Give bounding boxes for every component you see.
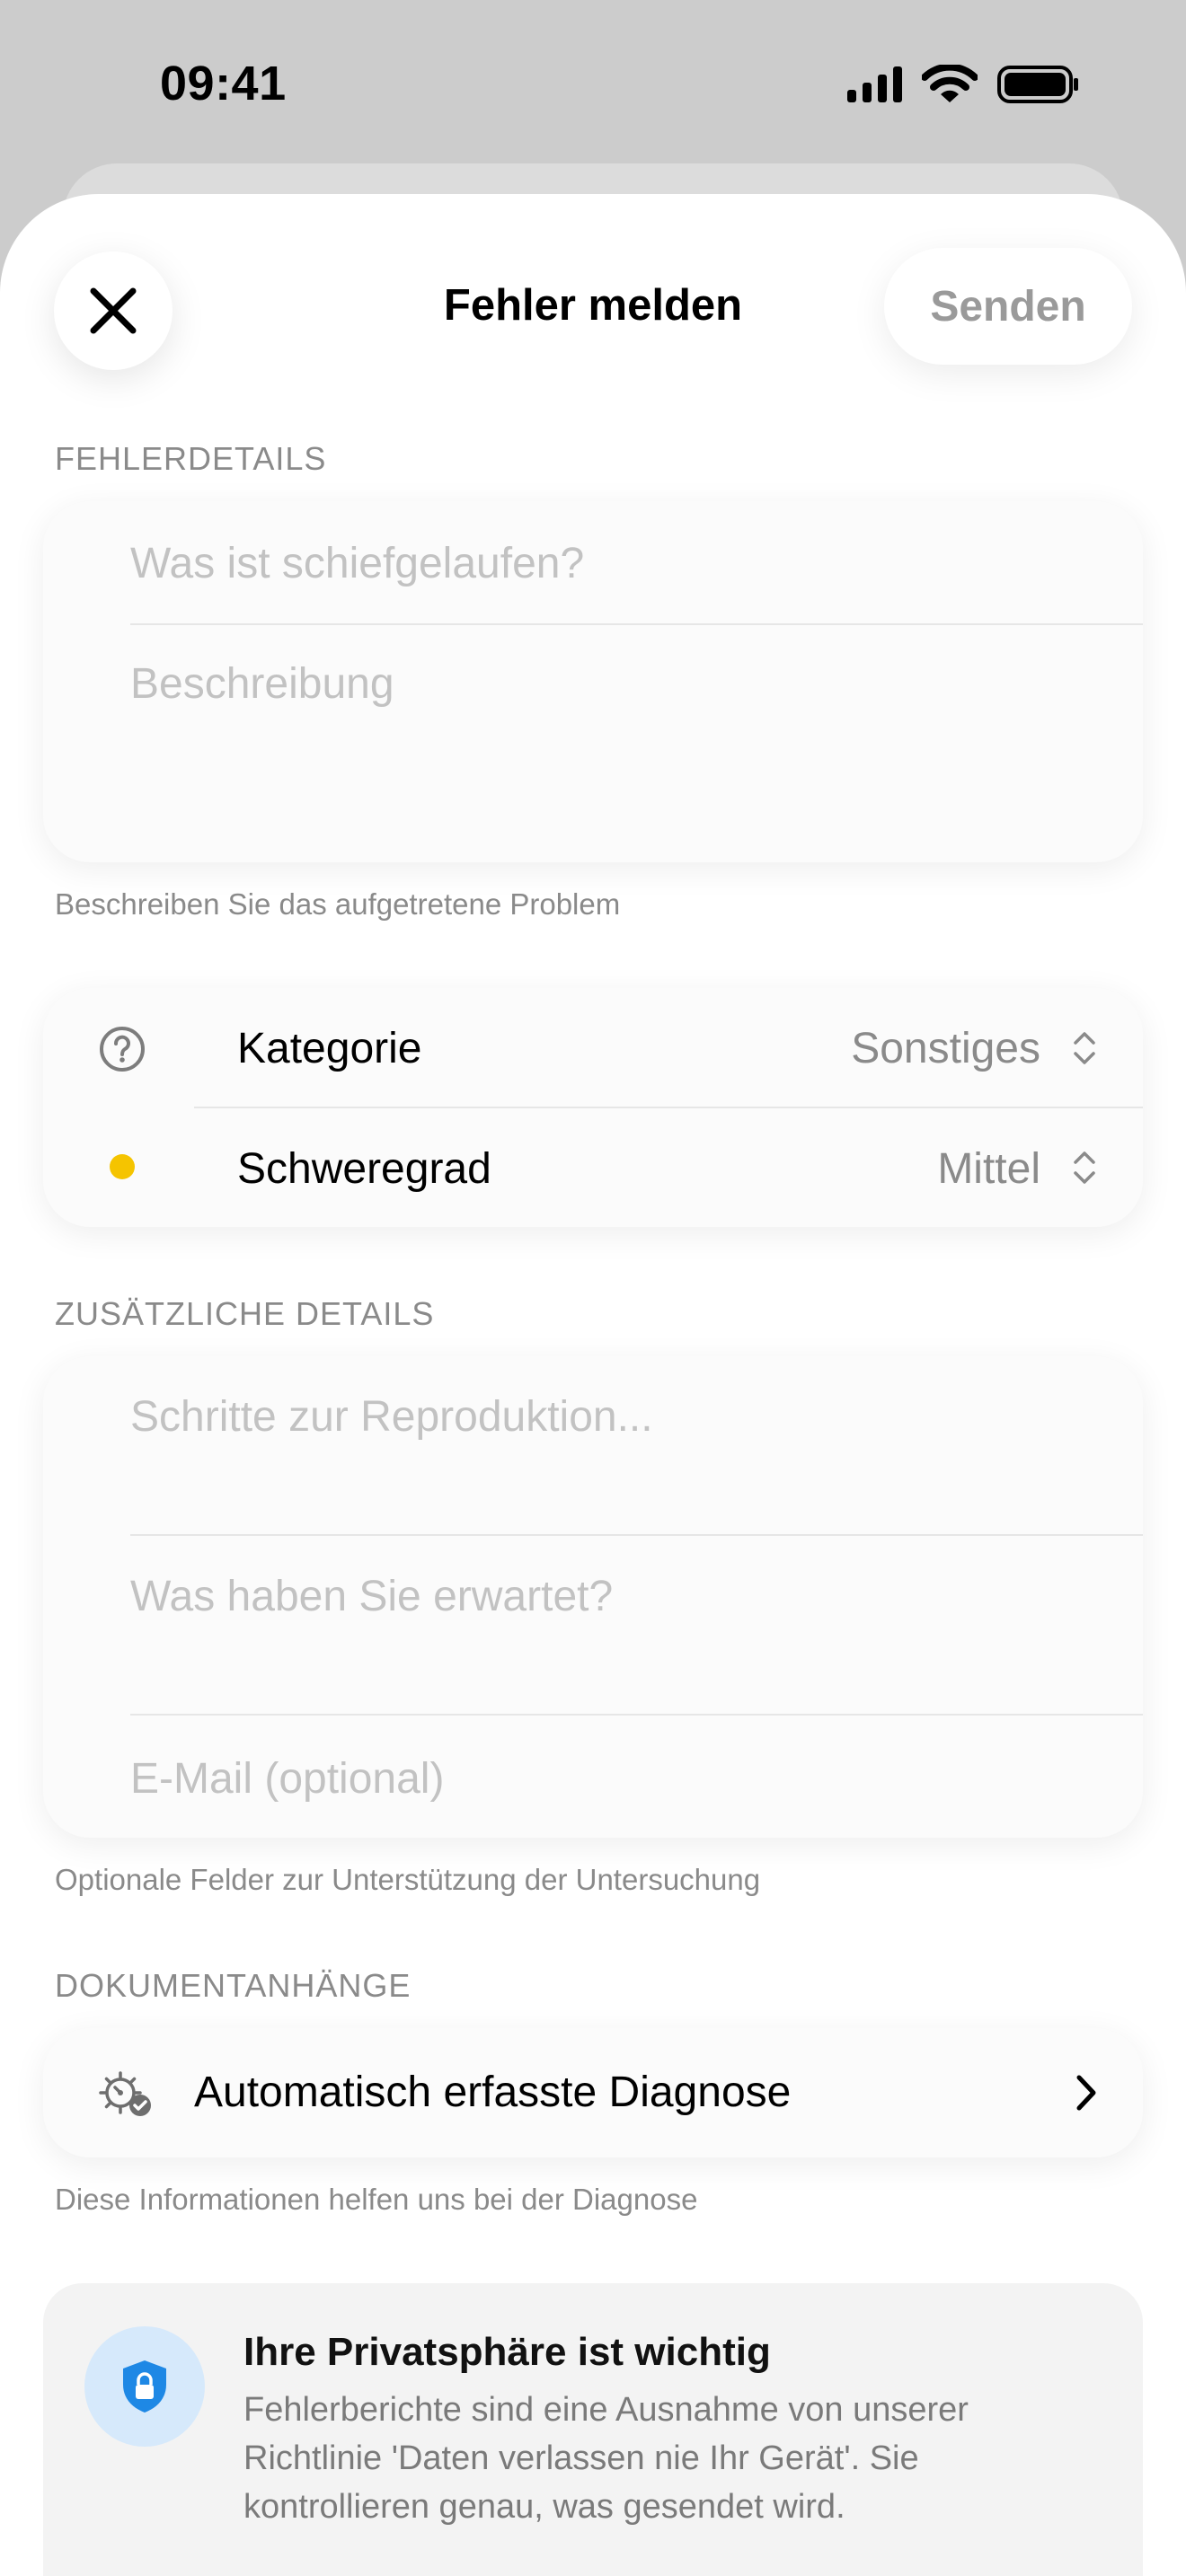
divider bbox=[130, 1534, 1143, 1536]
diagnostics-gear-check-icon bbox=[99, 2071, 151, 2116]
privacy-badge bbox=[84, 2326, 205, 2447]
wifi-icon bbox=[922, 65, 978, 102]
expected-result-input[interactable]: Was haben Sie erwartet? bbox=[130, 1572, 613, 1621]
chevron-up-down-icon bbox=[1074, 1032, 1095, 1064]
section-label-additional-details: ZUSÄTZLICHE DETAILS bbox=[55, 1295, 435, 1332]
divider bbox=[130, 1714, 1143, 1716]
error-title-input[interactable]: Was ist schiefgelaufen? bbox=[130, 539, 584, 588]
question-circle-icon bbox=[100, 1027, 145, 1072]
send-button[interactable]: Senden bbox=[884, 248, 1132, 365]
classification-card: Kategorie Sonstiges Schweregrad Mittel bbox=[43, 988, 1143, 1227]
attachments-footnote: Diese Informationen helfen uns bei der D… bbox=[55, 2183, 698, 2216]
diagnostics-row[interactable]: Automatisch erfasste Diagnose bbox=[43, 2028, 1143, 2157]
description-textarea[interactable]: Beschreibung bbox=[130, 659, 394, 709]
category-label: Kategorie bbox=[237, 1025, 422, 1072]
cellular-signal-icon bbox=[847, 66, 902, 102]
email-field[interactable]: E-Mail (optional) bbox=[130, 1754, 444, 1804]
section-label-attachments: DOKUMENTANHÄNGE bbox=[55, 1967, 412, 2004]
severity-dot bbox=[110, 1154, 135, 1179]
category-value: Sonstiges bbox=[851, 1025, 1040, 1072]
privacy-body: Fehlerberichte sind eine Ausnahme von un… bbox=[243, 2391, 969, 2526]
severity-label: Schweregrad bbox=[237, 1145, 491, 1193]
status-bar: 09:41 bbox=[0, 0, 1186, 171]
reproduction-steps-input[interactable]: Schritte zur Reproduktion... bbox=[130, 1392, 653, 1442]
privacy-title: Ihre Privatsphäre ist wichtig bbox=[243, 2330, 771, 2374]
status-time: 09:41 bbox=[160, 57, 287, 110]
error-details-card: Was ist schiefgelaufen? Beschreibung bbox=[43, 501, 1143, 862]
battery-icon bbox=[997, 66, 1078, 103]
screen: 09:41 Fehler melden Senden FEHLERDETAILS… bbox=[0, 0, 1186, 2576]
shield-lock-icon bbox=[123, 2360, 166, 2413]
section-label-error-details: FEHLERDETAILS bbox=[55, 440, 327, 477]
additional-details-footnote: Optionale Felder zur Unterstützung der U… bbox=[55, 1863, 761, 1896]
privacy-notice-card: Ihre Privatsphäre ist wichtig Fehlerberi… bbox=[43, 2283, 1143, 2576]
severity-value: Mittel bbox=[937, 1145, 1040, 1193]
chevron-up-down-icon bbox=[1074, 1151, 1095, 1184]
severity-row[interactable]: Schweregrad Mittel bbox=[43, 1108, 1143, 1227]
chevron-right-icon bbox=[1076, 2075, 1096, 2111]
diagnostics-label: Automatisch erfasste Diagnose bbox=[194, 2069, 792, 2116]
status-icons bbox=[847, 65, 1080, 104]
error-details-footnote: Beschreiben Sie das aufgetretene Problem bbox=[55, 887, 621, 921]
category-row[interactable]: Kategorie Sonstiges bbox=[43, 988, 1143, 1107]
divider bbox=[130, 623, 1143, 625]
additional-details-card: Schritte zur Reproduktion... Was haben S… bbox=[43, 1356, 1143, 1838]
